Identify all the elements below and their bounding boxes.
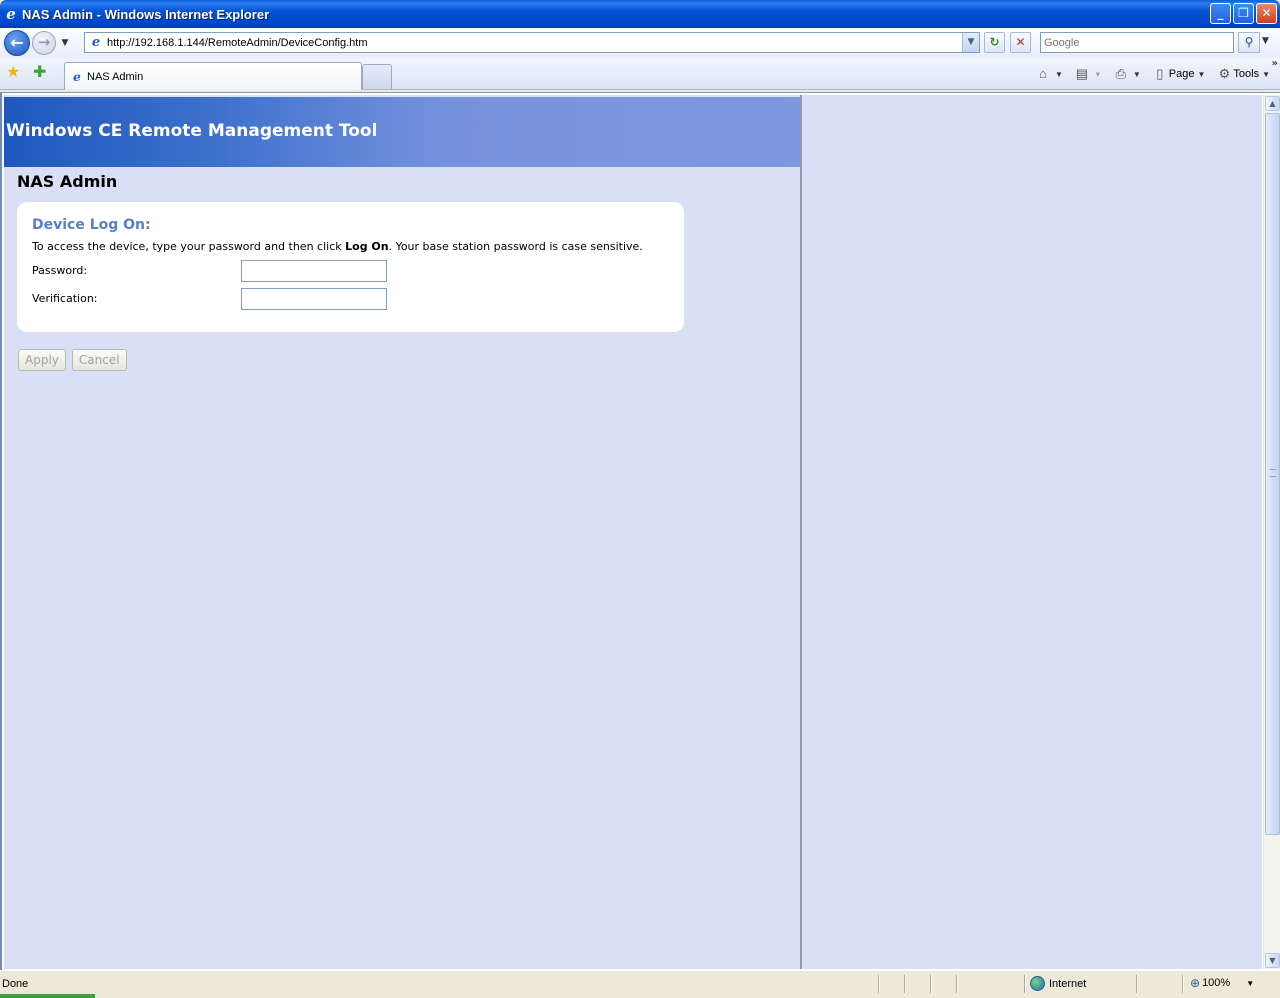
command-bar: ⌂ ▼ ▤ ▼ ⎙ ▼ ▯ Page ▼ ⚙ Tools ▼ — [1034, 62, 1276, 86]
browser-viewport: Windows CE Remote Management Tool NAS Ad… — [0, 92, 1280, 970]
feeds-dropdown[interactable]: ▼ — [1094, 70, 1102, 79]
forward-button[interactable]: → — [32, 31, 56, 55]
status-divider — [878, 975, 880, 993]
zoom-dropdown[interactable]: ▼ — [1246, 979, 1254, 988]
instructions-text-start: To access the device, type your password… — [32, 240, 346, 253]
add-favorites-icon[interactable]: ✚ — [33, 64, 46, 80]
status-divider — [956, 975, 958, 993]
scroll-down-button[interactable]: ▼ — [1265, 953, 1280, 968]
header-banner: Windows CE Remote Management Tool — [4, 97, 800, 167]
instructions-text-end: . Your base station password is case sen… — [388, 240, 643, 253]
search-box[interactable] — [1040, 32, 1234, 53]
search-button[interactable]: ⚲ — [1238, 32, 1260, 53]
scroll-up-button[interactable]: ▲ — [1265, 96, 1280, 111]
security-zone[interactable]: Internet — [1030, 976, 1086, 991]
tools-menu-label: Tools — [1233, 68, 1260, 80]
tab-nas-admin[interactable]: e NAS Admin — [64, 62, 362, 90]
page-icon: ▯ — [1156, 66, 1164, 81]
zoom-level: 100% — [1202, 977, 1231, 989]
status-divider — [930, 975, 932, 993]
magnifier-icon: ⊕ — [1190, 976, 1201, 990]
back-button[interactable]: ← — [4, 30, 30, 56]
close-button[interactable]: ✕ — [1256, 3, 1277, 24]
print-button[interactable]: ⎙ ▼ — [1112, 65, 1147, 83]
search-options-dropdown[interactable]: ▼ — [1262, 36, 1269, 46]
refresh-button[interactable]: ↻ — [984, 32, 1005, 53]
taskbar-edge — [0, 994, 95, 998]
navigation-bar: ← → ▼ e http://192.168.1.144/RemoteAdmin… — [0, 28, 1280, 58]
window-title: NAS Admin - Windows Internet Explorer — [22, 6, 270, 22]
instructions-logon-bold: Log On — [345, 240, 389, 253]
home-icon: ⌂ — [1039, 66, 1047, 81]
password-label: Password: — [32, 264, 88, 277]
address-dropdown-button[interactable]: ▼ — [962, 33, 979, 52]
address-bar[interactable]: e http://192.168.1.144/RemoteAdmin/Devic… — [84, 32, 980, 53]
status-bar: Done Internet ⊕ 100% ▼ — [0, 970, 1280, 998]
tab-bar: ★ ✚ e NAS Admin ⌂ ▼ ▤ ▼ ⎙ ▼ ▯ Page ▼ ⚙ T… — [0, 58, 1280, 90]
tab-label: NAS Admin — [87, 70, 144, 83]
scroll-thumb[interactable] — [1265, 113, 1280, 835]
tools-menu[interactable]: ⚙ Tools ▼ — [1215, 65, 1276, 83]
recent-pages-dropdown[interactable]: ▼ — [59, 38, 71, 48]
title-bar: e NAS Admin - Windows Internet Explorer … — [0, 0, 1280, 28]
globe-icon — [1030, 976, 1045, 991]
device-logon-panel: Device Log On: To access the device, typ… — [17, 202, 684, 332]
tools-dropdown[interactable]: ▼ — [1262, 70, 1270, 79]
toolbar-overflow-chevrons[interactable]: » — [1272, 58, 1278, 69]
status-divider — [904, 975, 906, 993]
status-divider — [1182, 975, 1184, 993]
stop-button[interactable]: ✕ — [1010, 32, 1031, 53]
page-dropdown[interactable]: ▼ — [1197, 70, 1205, 79]
home-dropdown[interactable]: ▼ — [1055, 70, 1063, 79]
ie-logo-icon: e — [6, 5, 16, 23]
zone-label: Internet — [1049, 977, 1087, 990]
tab-ie-icon: e — [73, 69, 81, 84]
restore-button[interactable]: ❐ — [1233, 3, 1254, 24]
feeds-button[interactable]: ▤ ▼ — [1073, 65, 1108, 83]
verification-field[interactable] — [241, 288, 387, 310]
logon-instructions: To access the device, type your password… — [32, 240, 643, 253]
new-tab-button[interactable] — [362, 64, 392, 89]
minimize-button[interactable]: _ — [1210, 3, 1231, 24]
verification-label: Verification: — [32, 292, 98, 305]
print-icon: ⎙ — [1115, 66, 1127, 81]
banner-title: Windows CE Remote Management Tool — [6, 121, 378, 141]
main-frame: Windows CE Remote Management Tool NAS Ad… — [4, 95, 802, 969]
page-menu[interactable]: ▯ Page ▼ — [1151, 65, 1212, 83]
status-text: Done — [2, 978, 29, 990]
page-ie-icon: e — [91, 34, 101, 50]
status-divider — [1024, 975, 1026, 993]
apply-button[interactable]: Apply — [18, 349, 66, 371]
cancel-button[interactable]: Cancel — [71, 349, 127, 371]
home-button[interactable]: ⌂ ▼ — [1034, 65, 1069, 83]
search-input[interactable] — [1041, 33, 1233, 52]
page-menu-label: Page — [1168, 68, 1195, 80]
scroll-grip — [1270, 469, 1276, 477]
print-dropdown[interactable]: ▼ — [1133, 70, 1141, 79]
window-controls: _ ❐ ✕ — [1210, 3, 1277, 24]
favorites-star-icon[interactable]: ★ — [6, 64, 20, 80]
gear-icon: ⚙ — [1218, 66, 1231, 81]
status-divider — [1136, 975, 1138, 993]
logon-title: Device Log On: — [32, 217, 151, 233]
zoom-control[interactable]: ⊕ 100% ▼ — [1190, 976, 1254, 990]
feeds-icon: ▤ — [1075, 66, 1089, 81]
password-field[interactable] — [241, 260, 387, 282]
page-content: Windows CE Remote Management Tool NAS Ad… — [4, 95, 1262, 969]
vertical-scrollbar[interactable]: ▲ ▼ — [1263, 95, 1280, 969]
form-buttons: Apply Cancel — [18, 349, 127, 371]
page-title: NAS Admin — [17, 172, 118, 191]
address-url[interactable]: http://192.168.1.144/RemoteAdmin/DeviceC… — [107, 37, 962, 49]
